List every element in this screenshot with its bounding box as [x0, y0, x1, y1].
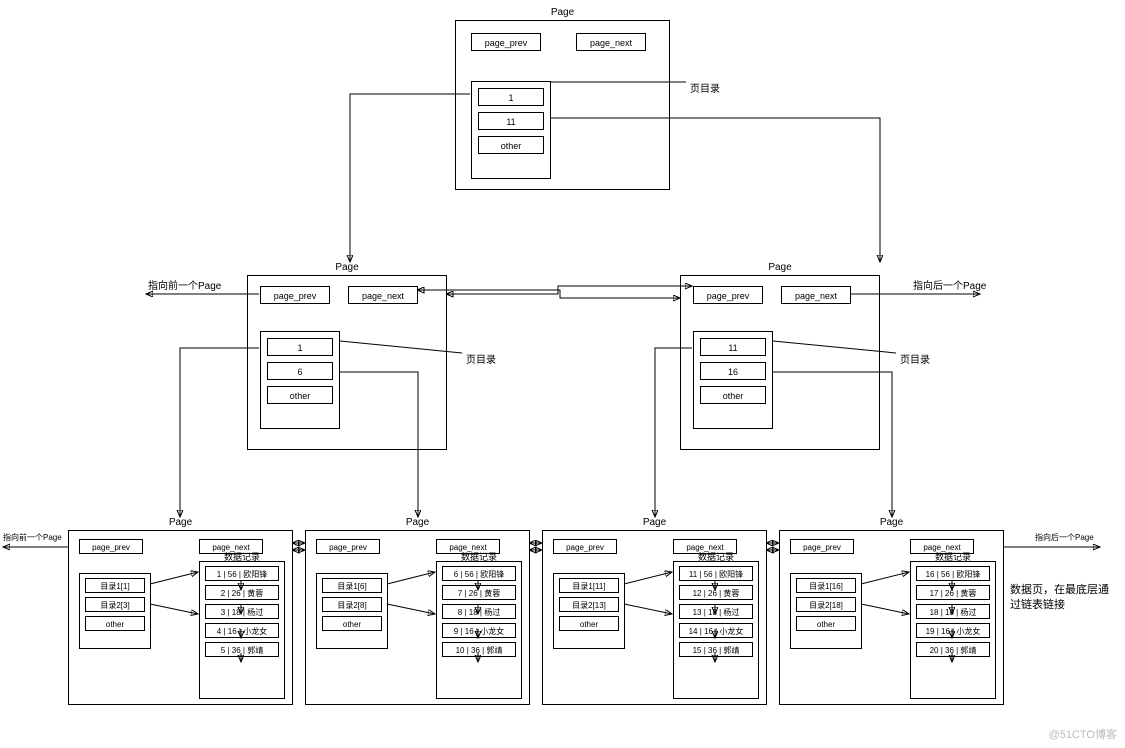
page-next-button[interactable]: page_next: [781, 286, 851, 304]
page-next-button[interactable]: page_next: [348, 286, 418, 304]
record-row: 18 | 18 | 杨过: [916, 604, 990, 619]
record-row: 4 | 16 | 小龙女: [205, 623, 279, 638]
record-row: 7 | 26 | 黄蓉: [442, 585, 516, 600]
dir-entry: other: [559, 616, 619, 631]
leaf-dir-box: 目录1[6] 目录2[8] other: [316, 573, 388, 649]
dir-slot: 16: [700, 362, 766, 380]
record-row: 15 | 36 | 郭靖: [679, 642, 753, 657]
records-box: 数据记录 16 | 56 | 欧阳锋 17 | 26 | 黄蓉 18 | 18 …: [910, 561, 996, 699]
dir-slot: 11: [478, 112, 544, 130]
records-box: 数据记录 11 | 56 | 欧阳锋 12 | 26 | 黄蓉 13 | 18 …: [673, 561, 759, 699]
record-row: 14 | 16 | 小龙女: [679, 623, 753, 638]
root-page: Page page_prev page_next 1 11 other: [455, 20, 670, 190]
leaf-note: 数据页，在最底层通过链表链接: [1010, 583, 1110, 614]
record-row: 17 | 26 | 黄蓉: [916, 585, 990, 600]
prev-ptr-label: 指向前一个Page: [148, 277, 221, 292]
next-ptr-label: 指向后一个Page: [913, 277, 986, 292]
record-row: 5 | 36 | 郭靖: [205, 642, 279, 657]
dir-entry: other: [322, 616, 382, 631]
page-prev-button[interactable]: page_prev: [316, 539, 380, 554]
page-prev-button[interactable]: page_prev: [471, 33, 541, 51]
dir-label: 页目录: [690, 80, 720, 95]
dir-entry: 目录1[11]: [559, 578, 619, 593]
leaf-page-4: Page page_prev page_next 目录1[16] 目录2[18]…: [779, 530, 1004, 705]
dir-entry: 目录1[6]: [322, 578, 382, 593]
record-row: 6 | 56 | 欧阳锋: [442, 566, 516, 581]
record-row: 19 | 16 | 小龙女: [916, 623, 990, 638]
record-row: 20 | 36 | 郭靖: [916, 642, 990, 657]
leaf-dir-box: 目录1[16] 目录2[18] other: [790, 573, 862, 649]
page-prev-button[interactable]: page_prev: [790, 539, 854, 554]
leaf-dir-box: 目录1[11] 目录2[13] other: [553, 573, 625, 649]
root-dir-box: 1 11 other: [471, 81, 551, 179]
dir-entry: 目录1[16]: [796, 578, 856, 593]
page-prev-button[interactable]: page_prev: [260, 286, 330, 304]
prev-ptr-label: 指向前一个Page: [3, 532, 62, 543]
mid-page-left: Page page_prev page_next 1 6 other: [247, 275, 447, 450]
record-row: 8 | 18 | 杨过: [442, 604, 516, 619]
next-ptr-label: 指向后一个Page: [1035, 532, 1094, 543]
page-prev-button[interactable]: page_prev: [79, 539, 143, 554]
leaf-page-1: Page page_prev page_next 目录1[1] 目录2[3] o…: [68, 530, 293, 705]
leaf-page-2: Page page_prev page_next 目录1[6] 目录2[8] o…: [305, 530, 530, 705]
dir-entry: 目录1[1]: [85, 578, 145, 593]
mid-page-right: Page page_prev page_next 11 16 other: [680, 275, 880, 450]
dir-box: 1 6 other: [260, 331, 340, 429]
record-row: 12 | 26 | 黄蓉: [679, 585, 753, 600]
leaf-page-3: Page page_prev page_next 目录1[11] 目录2[13]…: [542, 530, 767, 705]
dir-slot: 1: [267, 338, 333, 356]
dir-slot: other: [478, 136, 544, 154]
page-next-button[interactable]: page_next: [576, 33, 646, 51]
dir-slot: other: [700, 386, 766, 404]
page-title: Page: [406, 517, 429, 528]
record-row: 3 | 18 | 杨过: [205, 604, 279, 619]
record-row: 13 | 18 | 杨过: [679, 604, 753, 619]
page-title: Page: [551, 7, 574, 18]
dir-entry: other: [85, 616, 145, 631]
page-title: Page: [880, 517, 903, 528]
dir-label: 页目录: [900, 351, 930, 366]
dir-entry: 目录2[8]: [322, 597, 382, 612]
page-prev-button[interactable]: page_prev: [553, 539, 617, 554]
page-title: Page: [643, 517, 666, 528]
dir-slot: 6: [267, 362, 333, 380]
record-row: 10 | 36 | 郭靖: [442, 642, 516, 657]
record-row: 9 | 16 | 小龙女: [442, 623, 516, 638]
dir-slot: 1: [478, 88, 544, 106]
dir-entry: 目录2[13]: [559, 597, 619, 612]
page-title: Page: [768, 262, 791, 273]
page-title: Page: [169, 517, 192, 528]
dir-slot: 11: [700, 338, 766, 356]
record-row: 16 | 56 | 欧阳锋: [916, 566, 990, 581]
dir-entry: 目录2[18]: [796, 597, 856, 612]
leaf-dir-box: 目录1[1] 目录2[3] other: [79, 573, 151, 649]
record-row: 11 | 56 | 欧阳锋: [679, 566, 753, 581]
records-label: 数据记录: [674, 548, 758, 565]
page-title: Page: [335, 262, 358, 273]
record-row: 1 | 56 | 欧阳锋: [205, 566, 279, 581]
records-box: 数据记录 6 | 56 | 欧阳锋 7 | 26 | 黄蓉 8 | 18 | 杨…: [436, 561, 522, 699]
dir-entry: other: [796, 616, 856, 631]
records-label: 数据记录: [911, 548, 995, 565]
dir-slot: other: [267, 386, 333, 404]
records-label: 数据记录: [200, 548, 284, 565]
dir-entry: 目录2[3]: [85, 597, 145, 612]
records-box: 数据记录 1 | 56 | 欧阳锋 2 | 26 | 黄蓉 3 | 18 | 杨…: [199, 561, 285, 699]
page-prev-button[interactable]: page_prev: [693, 286, 763, 304]
dir-box: 11 16 other: [693, 331, 773, 429]
dir-label: 页目录: [466, 351, 496, 366]
watermark: @51CTO博客: [1049, 726, 1117, 742]
record-row: 2 | 26 | 黄蓉: [205, 585, 279, 600]
records-label: 数据记录: [437, 548, 521, 565]
